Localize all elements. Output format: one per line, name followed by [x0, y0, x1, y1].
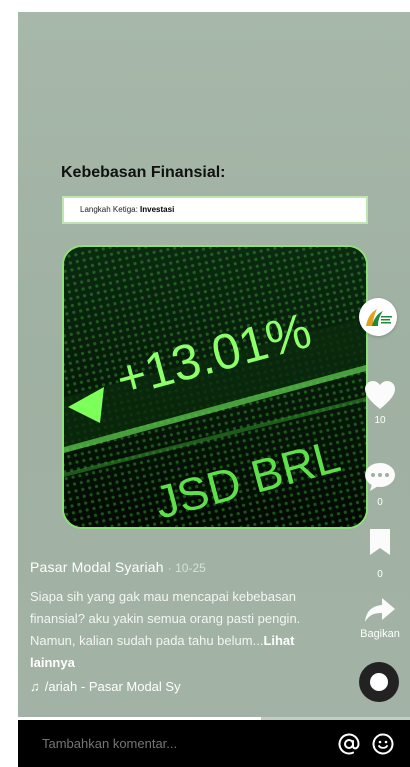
- author-line: Pasar Modal Syariah · 10-25: [30, 559, 330, 577]
- step-bold: Investasi: [140, 205, 175, 214]
- mention-button[interactable]: [336, 731, 362, 757]
- like-button[interactable]: 10: [350, 380, 410, 426]
- action-rail: 10 0 0 Bagikan: [350, 12, 410, 767]
- step-label-box: Langkah Ketiga: Investasi: [62, 196, 368, 224]
- share-label: Bagikan: [360, 628, 400, 640]
- avatar-logo-mark: [366, 309, 392, 326]
- bookmark-count: 0: [377, 569, 383, 580]
- share-arrow-icon: [365, 598, 395, 622]
- stock-ticker-image: +13.01% JSD BRL: [62, 245, 368, 529]
- ticker-graphic: +13.01% JSD BRL: [64, 247, 366, 527]
- like-count: 10: [374, 415, 386, 426]
- video-screen[interactable]: Kebebasan Finansial: Langkah Ketiga: Inv…: [18, 12, 410, 767]
- author-name[interactable]: Pasar Modal Syariah: [30, 559, 164, 575]
- caption: Siapa sih yang gak mau mencapai kebebasa…: [30, 586, 330, 674]
- music-text: /ariah - Pasar Modal Sy: [44, 679, 181, 694]
- video-title: Kebebasan Finansial:: [61, 164, 226, 181]
- emoji-button[interactable]: [370, 731, 396, 757]
- bookmark-icon: [370, 529, 390, 555]
- bookmark-button[interactable]: 0: [350, 528, 410, 580]
- creator-avatar[interactable]: [359, 298, 397, 336]
- share-button[interactable]: Bagikan: [350, 597, 410, 640]
- comment-count: 0: [377, 497, 383, 508]
- at-icon: [338, 732, 360, 754]
- emoji-icon: [372, 733, 394, 754]
- comment-button[interactable]: 0: [350, 462, 410, 508]
- music-disc-cover: [370, 673, 388, 691]
- music-disc[interactable]: [359, 662, 399, 702]
- post-date: · 10-25: [167, 561, 206, 575]
- comment-bubble-icon: [365, 463, 395, 491]
- music-line[interactable]: ♫ /ariah - Pasar Modal Sy: [30, 679, 330, 694]
- comment-input[interactable]: [42, 736, 328, 751]
- step-prefix: Langkah Ketiga:: [80, 205, 141, 214]
- caption-text: Siapa sih yang gak mau mencapai kebebasa…: [30, 589, 301, 648]
- comment-bar: [18, 720, 410, 767]
- video-meta: Pasar Modal Syariah · 10-25 Siapa sih yan…: [30, 559, 330, 694]
- music-note-icon: ♫: [30, 679, 40, 694]
- heart-icon: [365, 381, 395, 409]
